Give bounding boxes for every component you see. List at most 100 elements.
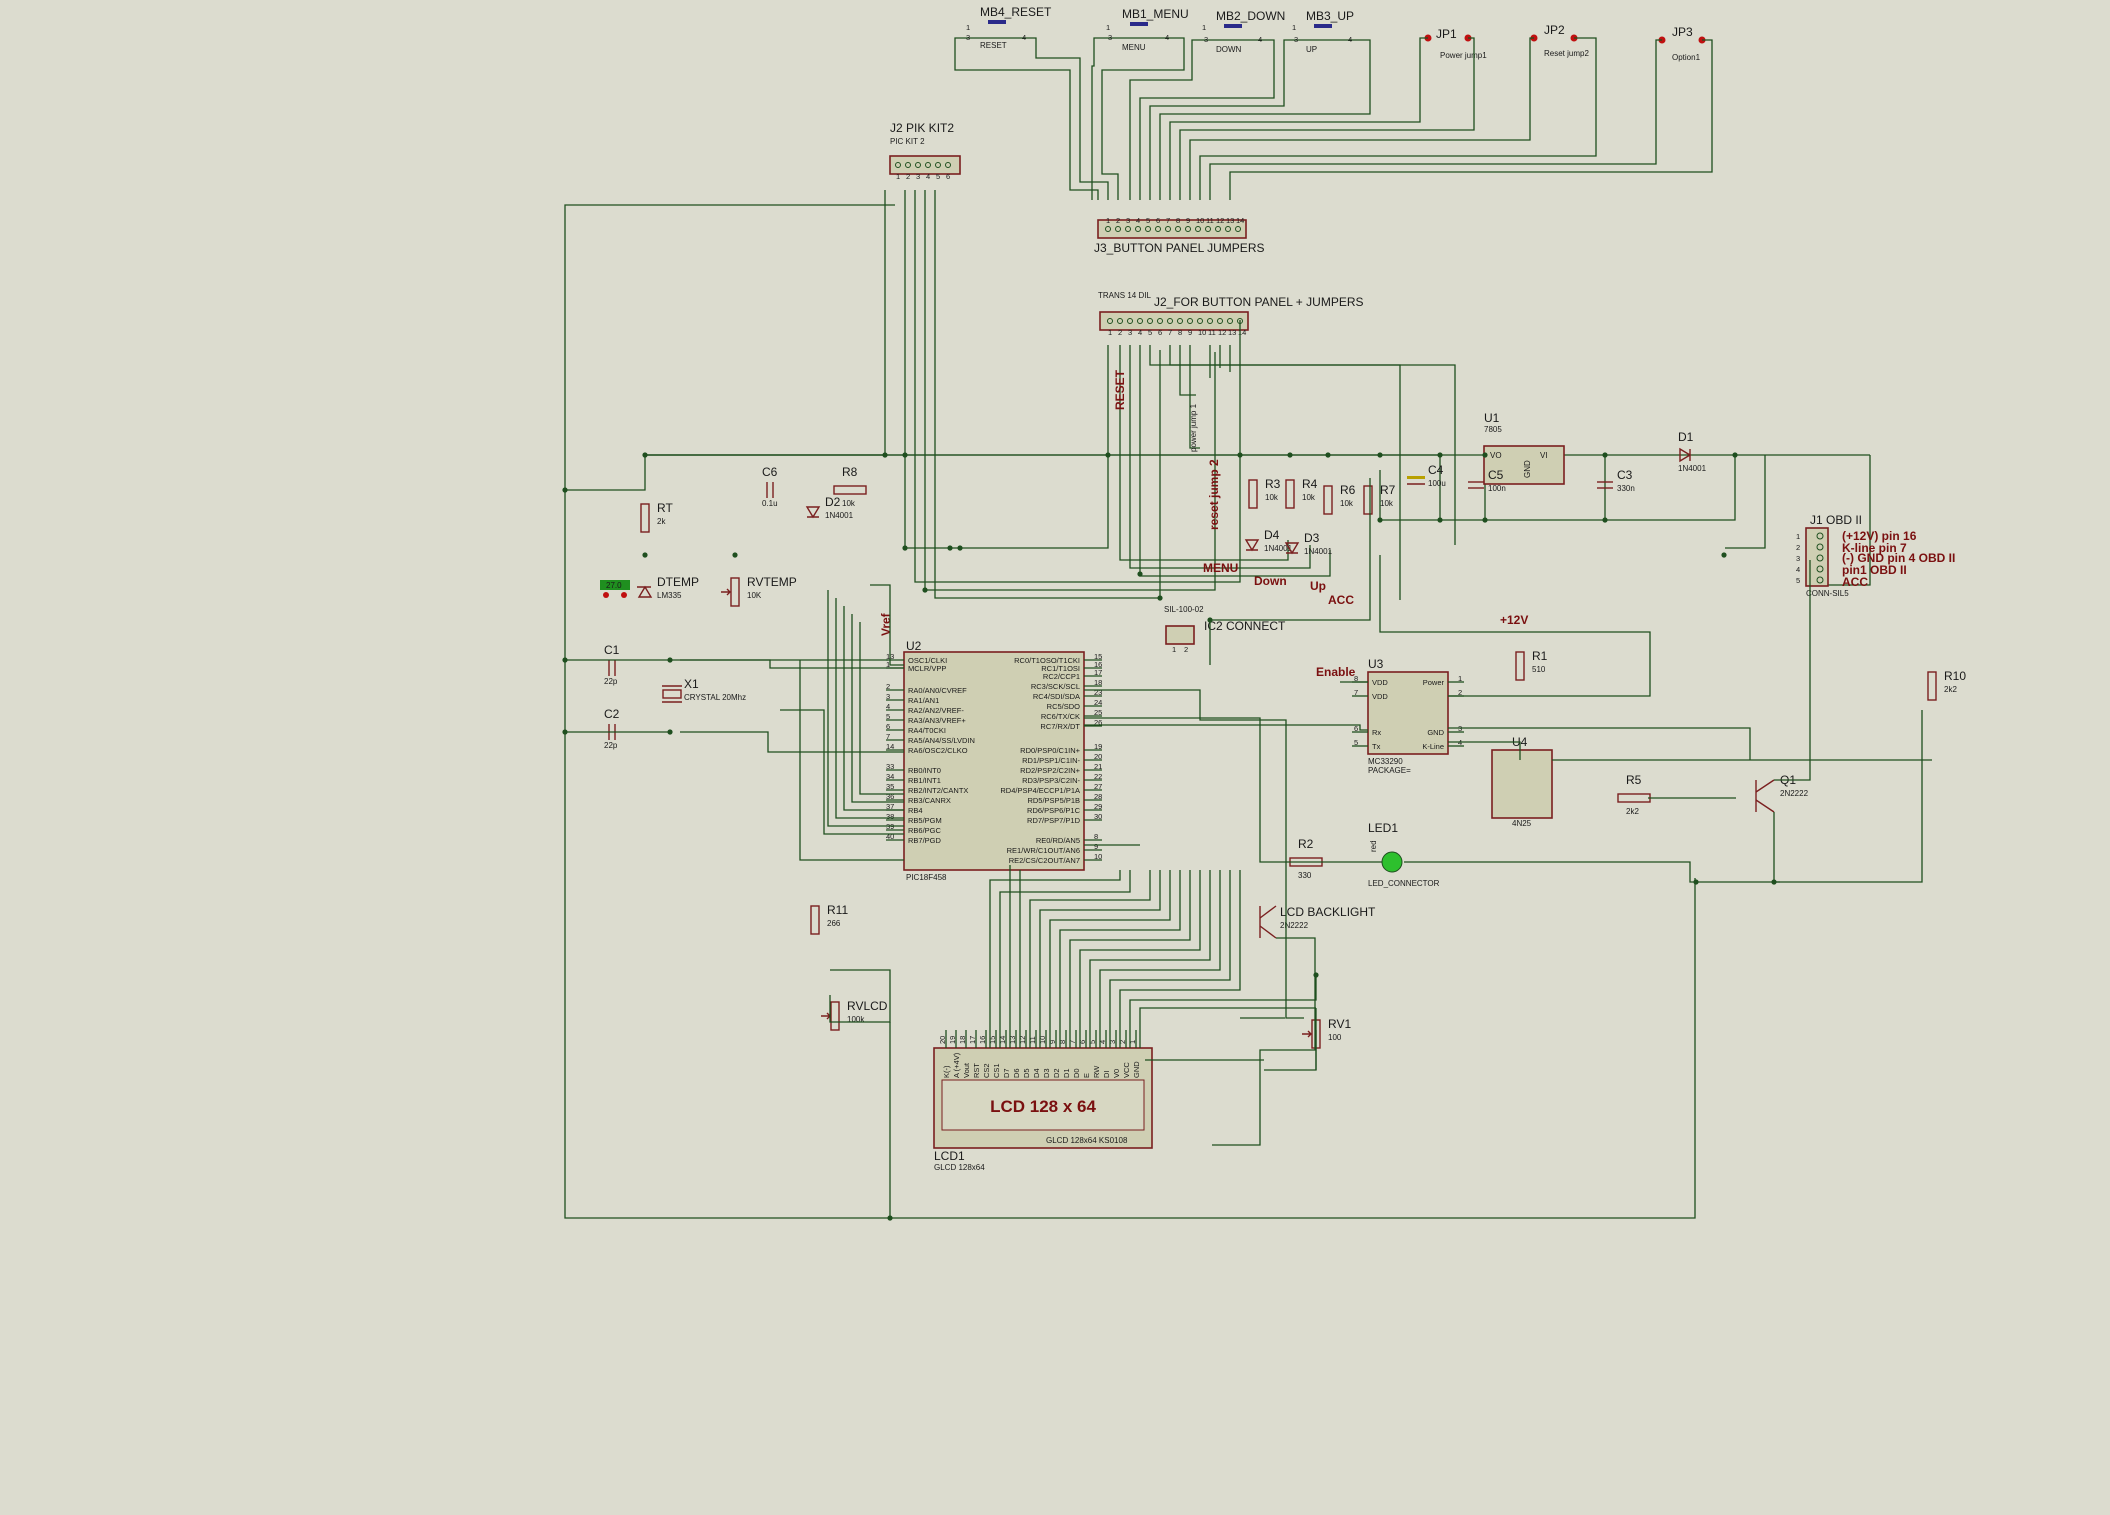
j3-pin-number: 8 — [1176, 216, 1180, 225]
transceiver-u3: U3 8 VDD7 VDD6 Rx5 Tx1Power23GND4K-Line MC33… — [1352, 657, 1464, 775]
svg-text:MC33290: MC33290 — [1368, 757, 1403, 766]
junction-dot — [1721, 552, 1727, 558]
svg-text:Option1: Option1 — [1672, 53, 1701, 62]
svg-text:U1: U1 — [1484, 411, 1500, 425]
u2-right-pin-number: 28 — [1094, 792, 1102, 801]
u2-right-pin-name: RC4/SDI/SDA — [1033, 692, 1080, 701]
junction-dot — [922, 587, 928, 593]
lcd-pin-number: 19 — [948, 1036, 957, 1044]
component-value: 2k — [657, 517, 666, 526]
component-rv1: RV1100 — [1302, 1017, 1351, 1049]
lcd-pin-name: RST — [972, 1063, 981, 1078]
lcd-pin-name: RW — [1092, 1065, 1101, 1078]
svg-text:Vref: Vref — [879, 612, 893, 636]
u2-right-pin-name: RD1/PSP1/C1IN- — [1022, 756, 1080, 765]
passive-components: C60.1uR810kD21N4001RT2kDTEMPLM335RVTEMP1… — [604, 430, 1966, 1049]
u2-right-pin-name: RC6/TX/CK — [1041, 712, 1080, 721]
junction-dot — [562, 487, 568, 493]
lcd-pin-name: Vout — [962, 1062, 971, 1078]
u2-left-pin-name: RB7/PGD — [908, 836, 942, 845]
component-rvlcd: RVLCD100k — [821, 999, 888, 1031]
u3-right-pin-name: Power — [1423, 678, 1445, 687]
dtemp-readout: 27.0 — [600, 580, 630, 598]
u2-right-pin-number: 9 — [1094, 842, 1098, 851]
lcd-pin-name: D4 — [1032, 1068, 1041, 1078]
svg-text:2N2222: 2N2222 — [1780, 789, 1809, 798]
component-d1: D1 1N4001 — [1678, 430, 1707, 473]
component-c2: C2 22p — [604, 707, 620, 750]
j3-pin-number: 4 — [1136, 216, 1140, 225]
junction-dot — [1693, 879, 1699, 885]
component-ref: RVTEMP — [747, 575, 797, 589]
svg-text:JP3: JP3 — [1672, 25, 1693, 39]
u2-left-pin-name: RA0/AN0/CVREF — [908, 686, 967, 695]
u2-right-pin-number: 8 — [1094, 832, 1098, 841]
component-ref: R1 — [1532, 649, 1548, 663]
junction-dot — [1602, 517, 1608, 523]
component-value: 10k — [1302, 493, 1316, 502]
component-value: 1N4001 — [825, 511, 854, 520]
connector-j1-obd: J1 OBD II 12345 CONN-SIL5 (+12V) pin 16 … — [1796, 513, 1955, 598]
transistor-lcd-backlight: LCD BACKLIGHT 2N2222 — [1259, 905, 1376, 939]
j2-panel-pin-number: 12 — [1218, 328, 1226, 337]
u2-right-pin-name: RD5/PSP5/P1B — [1027, 796, 1080, 805]
pickit-pin-number: 6 — [946, 172, 950, 181]
j2-panel-pin-number: 7 — [1168, 328, 1172, 337]
svg-text:1: 1 — [1292, 23, 1296, 32]
u2-left-pin-number: 7 — [886, 732, 890, 741]
j1-pin-number: 1 — [1796, 532, 1800, 541]
j3-pin-number: 9 — [1186, 216, 1190, 225]
j3-pin-number: 14 — [1236, 216, 1244, 225]
svg-text:power jump 1: power jump 1 — [1189, 403, 1198, 452]
component-c4: C4 100u — [1407, 463, 1446, 488]
u2-right-pin-number: 24 — [1094, 698, 1102, 707]
svg-text:1: 1 — [966, 23, 970, 32]
u3-right-pin-name: K-Line — [1422, 742, 1444, 751]
component-ref: X1 — [684, 677, 699, 691]
component-d4: D4 1N4001 — [1244, 528, 1293, 553]
j2-panel-pin-number: 1 — [1108, 328, 1112, 337]
component-ref: D4 — [1264, 528, 1280, 542]
lcd-pin-name: D5 — [1022, 1068, 1031, 1078]
u2-left-pin-name: RB0/INT0 — [908, 766, 941, 775]
junction-dot — [1313, 972, 1319, 978]
jumper-jp3: JP3 Option1 — [1658, 25, 1706, 62]
svg-text:MENU: MENU — [1203, 561, 1238, 575]
button-wiring — [954, 37, 1713, 200]
lcd-pin-name: D6 — [1012, 1068, 1021, 1078]
lcd-pin-name: DI — [1102, 1071, 1111, 1079]
svg-text:Reset jump2: Reset jump2 — [1544, 49, 1589, 58]
component-ref: R5 — [1626, 773, 1642, 787]
power-rail — [645, 454, 1871, 586]
pickit-pin-number: 1 — [896, 172, 900, 181]
pickit-pin-number: 5 — [936, 172, 940, 181]
u2-right-pin-number: 20 — [1094, 752, 1102, 761]
junction-dot — [1482, 452, 1488, 458]
lcd-pin-number: 16 — [978, 1036, 987, 1044]
junction-dot — [732, 552, 738, 558]
j3-pin-number: 7 — [1166, 216, 1170, 225]
junction-dot — [902, 452, 908, 458]
svg-text:LED_CONNECTOR: LED_CONNECTOR — [1368, 879, 1440, 888]
component-r5: R5 2k2 — [1617, 773, 1651, 816]
svg-text:JP1: JP1 — [1436, 27, 1457, 41]
u2-right-pin-number: 17 — [1094, 668, 1102, 677]
j3-pin-number: 3 — [1126, 216, 1130, 225]
j3-pin-number: 11 — [1206, 216, 1214, 225]
svg-text:GLCD 128x64 KS0108: GLCD 128x64 KS0108 — [1046, 1136, 1128, 1145]
junction-dot — [1325, 452, 1331, 458]
svg-text:Down: Down — [1254, 574, 1287, 588]
u2-right-pin-number: 18 — [1094, 678, 1102, 687]
component-r2: R2 330 — [1289, 837, 1323, 880]
component-ref: R8 — [842, 465, 858, 479]
component-c6: C6 0.1u — [762, 465, 778, 508]
svg-text:PIC18F458: PIC18F458 — [906, 873, 947, 882]
lcd-pin-number: 17 — [968, 1036, 977, 1044]
lcd-pin-name: VCC — [1122, 1062, 1131, 1078]
u2-left-pin-name: RA2/AN2/VREF- — [908, 706, 964, 715]
component-ref: RVLCD — [847, 999, 888, 1013]
component-r1: R1510 — [1515, 649, 1548, 681]
j1-pin-number: 3 — [1796, 554, 1800, 563]
component-r4: R410k — [1285, 477, 1318, 509]
u2-left-pin-name: RA5/AN4/SS/LVDIN — [908, 736, 975, 745]
